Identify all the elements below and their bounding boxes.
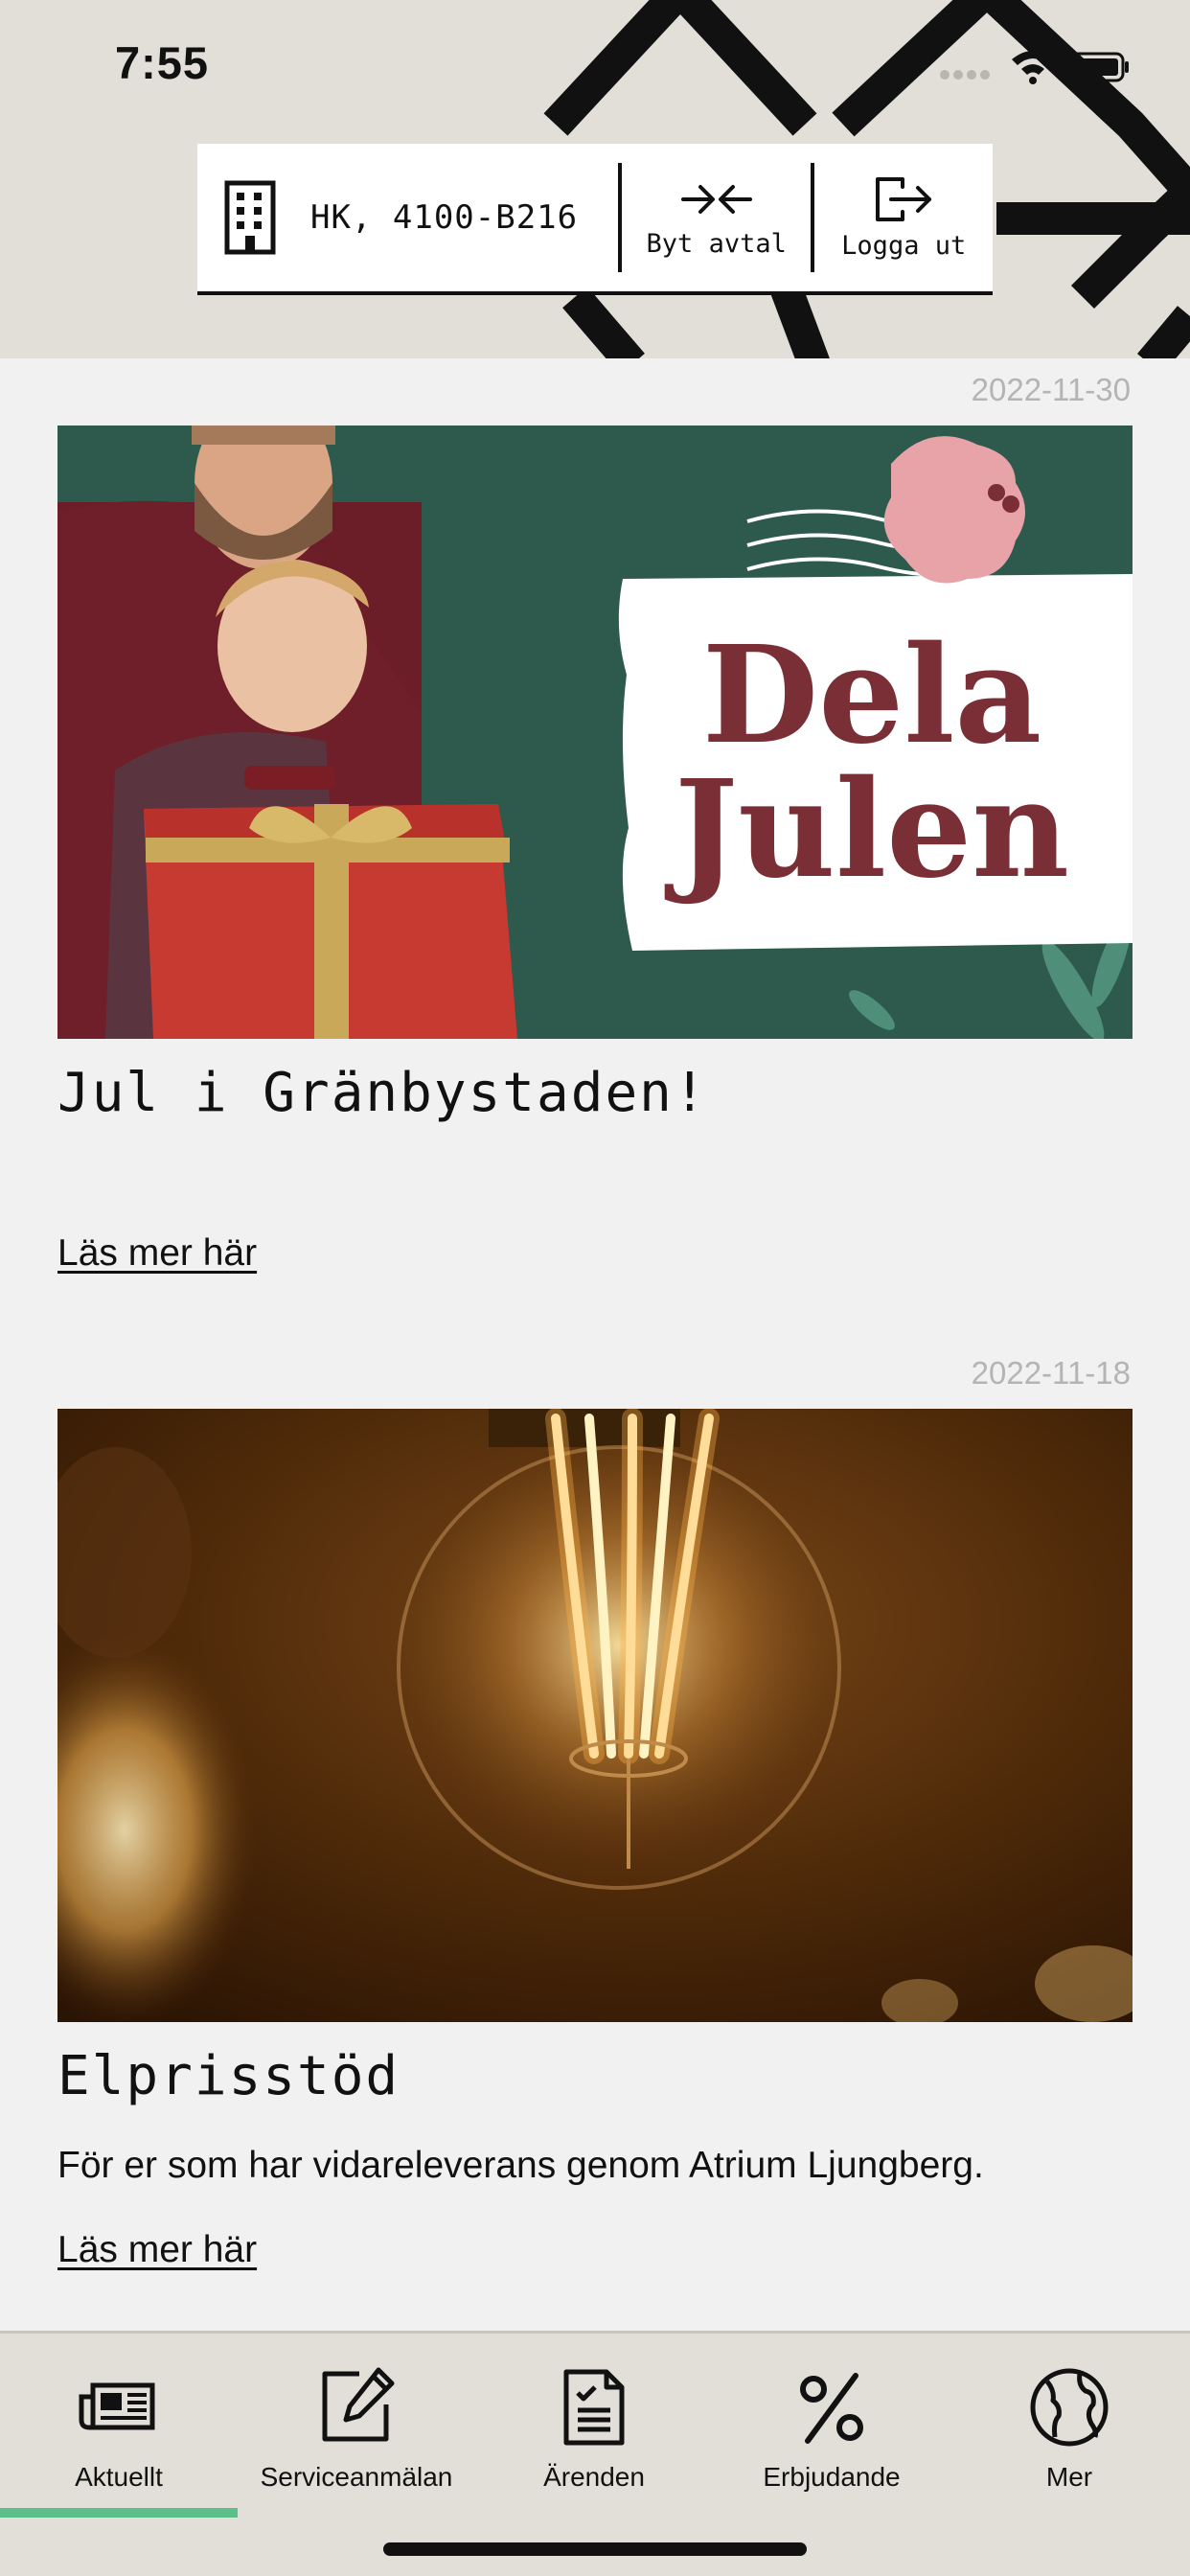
document-check-icon [563, 2369, 625, 2446]
news-feed[interactable]: 2022-11-30 Dela Julen Jul i Gränbystaden… [0, 358, 1190, 2331]
app-header: 7:55 HK, 4100-B216 Byt avtal Logga ut [0, 0, 1190, 358]
news-image-christmas[interactable]: Dela Julen [57, 426, 1133, 1039]
logout-label: Logga ut [841, 230, 967, 261]
logout-icon [876, 176, 932, 221]
status-icons [940, 51, 1129, 84]
battery-icon [1067, 52, 1129, 82]
account-bar: HK, 4100-B216 Byt avtal Logga ut [197, 144, 993, 295]
tab-mer[interactable]: Mer [950, 2364, 1188, 2498]
news-title[interactable]: Elprisstöd [57, 2045, 400, 2107]
account-selector[interactable]: HK, 4100-B216 [197, 144, 618, 291]
tab-serviceanmalan[interactable]: Serviceanmälan [238, 2364, 475, 2498]
globe-icon [1030, 2368, 1109, 2447]
read-more-link[interactable]: Läs mer här [57, 1232, 257, 1275]
tab-label: Serviceanmälan [260, 2462, 453, 2492]
tab-label: Erbjudande [763, 2462, 901, 2492]
newspaper-icon [79, 2382, 155, 2430]
tab-label: Aktuellt [75, 2462, 163, 2492]
read-more-link[interactable]: Läs mer här [57, 2229, 257, 2271]
tab-arenden[interactable]: Ärenden [475, 2364, 713, 2498]
news-date: 2022-11-30 [971, 372, 1131, 407]
account-label: HK, 4100-B216 [310, 198, 579, 237]
tab-label: Ärenden [543, 2462, 645, 2492]
switch-contract-label: Byt avtal [646, 228, 787, 259]
status-time: 7:55 [115, 37, 210, 88]
switch-contract-button[interactable]: Byt avtal [622, 144, 812, 291]
news-item: 2022-11-30 Dela Julen Jul i Gränbystaden… [0, 358, 1190, 1317]
image-text-julen: Julen [664, 751, 1069, 908]
signal-icon [940, 70, 990, 80]
tab-bar: Aktuellt Serviceanmälan Ärenden Erbjudan… [0, 2331, 1190, 2576]
home-indicator[interactable] [383, 2542, 807, 2556]
building-icon [224, 180, 276, 255]
christmas-campaign-image: Dela Julen [57, 426, 1133, 1039]
tab-label: Mer [1045, 2462, 1093, 2492]
tab-erbjudande[interactable]: Erbjudande [713, 2364, 950, 2498]
news-item: 2022-11-18 Elprisstöd För er som har vid… [0, 1342, 1190, 2331]
edit-icon [322, 2367, 395, 2442]
news-image-lightbulb[interactable] [57, 1409, 1133, 2022]
collapse-arrows-icon [680, 184, 752, 214]
percent-icon [800, 2373, 863, 2444]
news-body: För er som har vidareleverans genom Atri… [57, 2145, 984, 2186]
tab-aktuellt[interactable]: Aktuellt [0, 2364, 238, 2498]
news-title[interactable]: Jul i Gränbystaden! [57, 1062, 708, 1124]
logout-button[interactable]: Logga ut [814, 144, 993, 291]
news-date: 2022-11-18 [971, 1355, 1131, 1391]
active-tab-indicator [0, 2508, 238, 2518]
lightbulb-image [57, 1409, 1133, 2022]
wifi-icon [1012, 51, 1054, 84]
